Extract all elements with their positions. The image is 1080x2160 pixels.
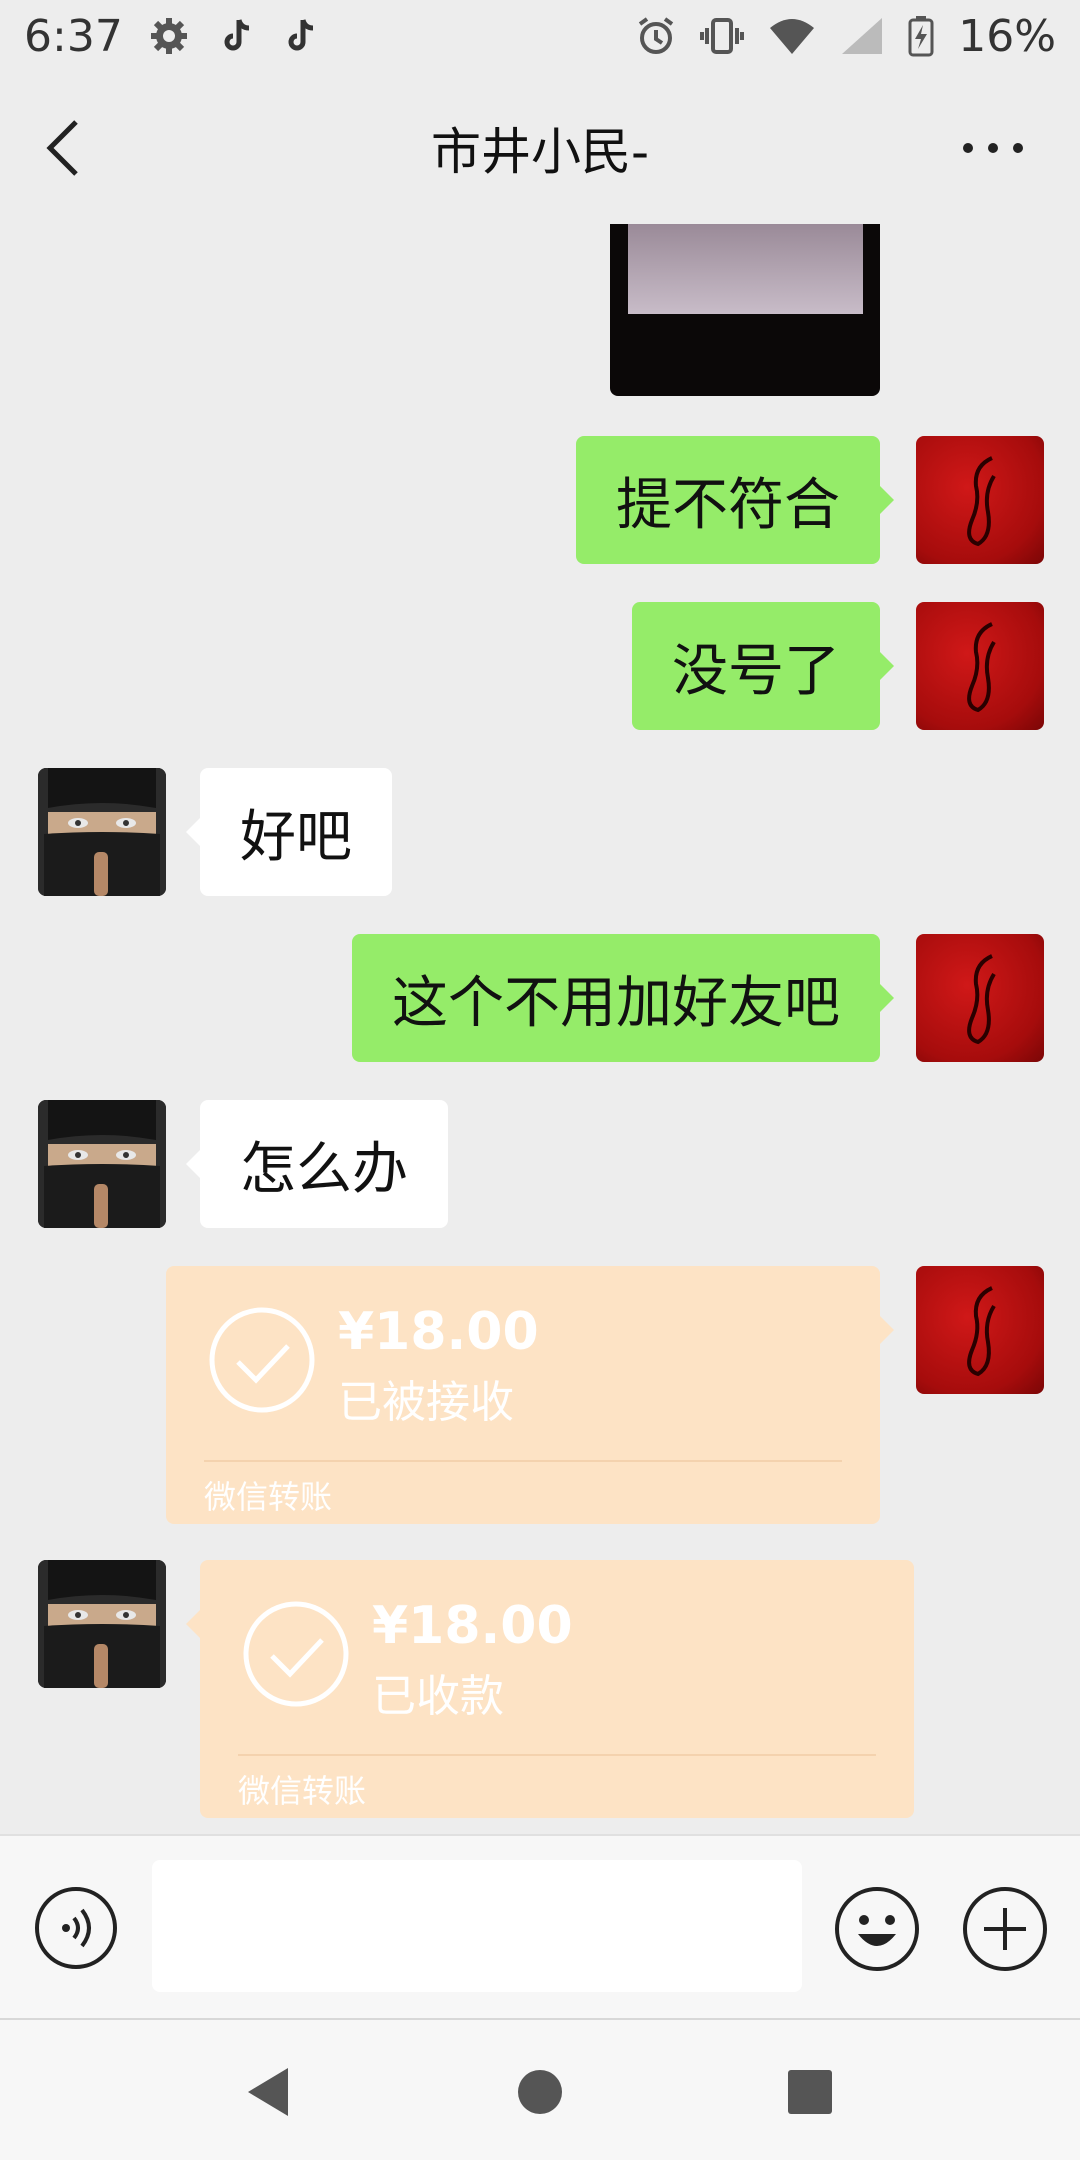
chat-messages[interactable]: 提不符合 没号了 好吧 这个不用加好友吧 怎么办 ¥18.00 已被接收 微信转… xyxy=(0,224,1080,1834)
message-bubble-received[interactable]: 怎么办 xyxy=(200,1100,448,1228)
status-time: 6:37 xyxy=(24,10,123,62)
emoji-icon[interactable] xyxy=(834,1886,920,1972)
transfer-card-sent[interactable]: ¥18.00 已被接收 微信转账 xyxy=(166,1266,880,1524)
signature-avatar-icon xyxy=(967,1286,996,1377)
sent-image-message[interactable] xyxy=(610,224,880,396)
back-icon[interactable] xyxy=(40,116,100,180)
transfer-label: 微信转账 xyxy=(204,1478,333,1516)
wifi-icon xyxy=(770,19,815,54)
message-bubble-received[interactable]: 好吧 xyxy=(200,768,392,896)
home-circle-icon[interactable] xyxy=(500,2052,580,2132)
chat-header: 市井小民- xyxy=(0,72,1080,224)
contact-avatar[interactable] xyxy=(38,1100,166,1228)
bubble-tail xyxy=(186,1150,200,1178)
bubble-tail xyxy=(880,652,894,680)
contact-avatar[interactable] xyxy=(38,1560,166,1688)
message-bubble-sent[interactable]: 提不符合 xyxy=(576,436,880,564)
image-content xyxy=(628,224,863,314)
masked-face-avatar-icon xyxy=(38,1100,166,1228)
voice-icon[interactable] xyxy=(34,1886,118,1970)
status-bar: 6:37 16% xyxy=(0,0,1080,72)
transfer-amount: ¥18.00 xyxy=(338,1302,539,1362)
more-dots-icon[interactable] xyxy=(958,138,1028,158)
transfer-status: 已收款 xyxy=(372,1671,504,1722)
message-bubble-sent[interactable]: 这个不用加好友吧 xyxy=(352,934,880,1062)
back-triangle-icon[interactable] xyxy=(230,2052,310,2132)
tiktok-icon xyxy=(288,19,313,51)
plus-circle-icon[interactable] xyxy=(962,1886,1048,1972)
divider xyxy=(204,1460,842,1462)
recents-square-icon[interactable] xyxy=(770,2052,850,2132)
vibrate-icon xyxy=(700,18,745,54)
my-avatar[interactable] xyxy=(916,602,1044,730)
my-avatar[interactable] xyxy=(916,1266,1044,1394)
contact-avatar[interactable] xyxy=(38,768,166,896)
check-circle-icon xyxy=(243,1601,349,1707)
tiktok-icon xyxy=(224,19,249,51)
battery-charging-icon xyxy=(908,16,934,57)
bubble-tail xyxy=(880,1316,894,1344)
masked-face-avatar-icon xyxy=(38,768,166,896)
input-bar xyxy=(0,1834,1080,2018)
transfer-label: 微信转账 xyxy=(238,1772,367,1810)
signature-avatar-icon xyxy=(967,456,996,547)
transfer-status: 已被接收 xyxy=(338,1377,514,1428)
bubble-tail xyxy=(880,486,894,514)
signature-avatar-icon xyxy=(967,954,996,1045)
masked-face-avatar-icon xyxy=(38,1560,166,1688)
chat-title: 市井小民- xyxy=(430,123,650,181)
battery-percentage: 16% xyxy=(958,10,1056,62)
alarm-icon xyxy=(639,17,674,54)
transfer-amount: ¥18.00 xyxy=(372,1596,573,1656)
my-avatar[interactable] xyxy=(916,934,1044,1062)
system-navigation-bar xyxy=(0,2018,1080,2160)
divider xyxy=(238,1754,876,1756)
bubble-tail xyxy=(186,1610,200,1638)
transfer-card-received[interactable]: ¥18.00 已收款 微信转账 xyxy=(200,1560,914,1818)
gear-icon xyxy=(150,18,187,54)
signal-icon xyxy=(842,18,883,54)
bubble-tail xyxy=(186,818,200,846)
message-input[interactable] xyxy=(152,1860,802,1992)
message-bubble-sent[interactable]: 没号了 xyxy=(632,602,880,730)
my-avatar[interactable] xyxy=(916,436,1044,564)
signature-avatar-icon xyxy=(967,622,996,713)
bubble-tail xyxy=(880,984,894,1012)
check-circle-icon xyxy=(209,1307,315,1413)
